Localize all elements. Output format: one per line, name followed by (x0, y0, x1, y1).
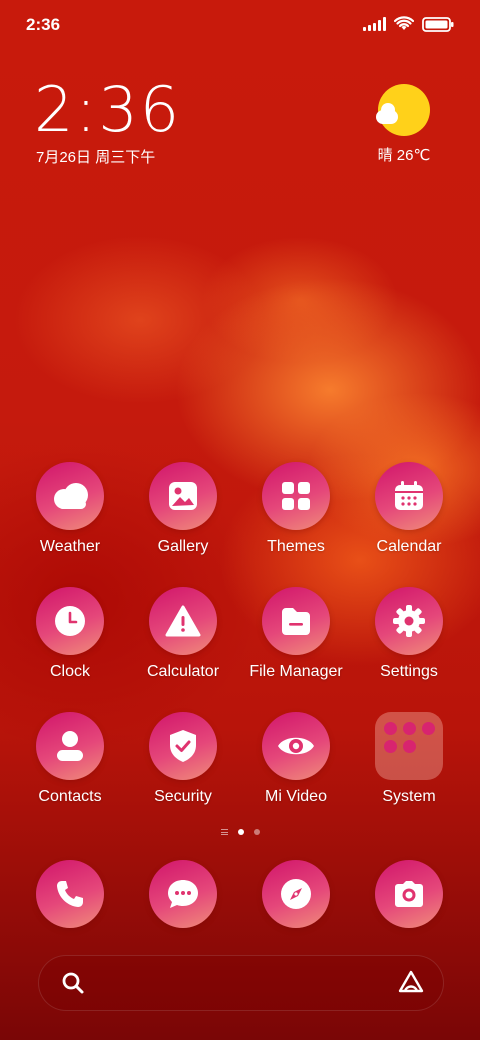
shield-icon (149, 712, 217, 780)
person-icon (36, 712, 104, 780)
app-label: Weather (39, 538, 101, 555)
app-label: Contacts (38, 788, 102, 805)
weather-widget[interactable]: 晴 26℃ (364, 84, 444, 165)
camera-icon (375, 860, 443, 928)
page-indicator[interactable] (0, 829, 480, 835)
app-label: Mi Video (265, 788, 327, 805)
app-system-folder[interactable]: System (354, 712, 464, 806)
message-icon (149, 860, 217, 928)
app-settings[interactable]: Settings (354, 587, 464, 681)
app-label: Calendar (376, 538, 442, 555)
feed-indicator-icon (220, 829, 228, 835)
weather-text: 晴 26℃ (377, 147, 431, 164)
status-icons (363, 16, 454, 32)
app-file-manager[interactable]: File Manager (241, 587, 351, 681)
assistant-icon[interactable] (397, 969, 425, 995)
app-gallery[interactable]: Gallery (128, 462, 238, 556)
dock-messages[interactable] (128, 860, 238, 928)
app-themes[interactable]: Themes (241, 462, 351, 556)
app-label: Calculator (146, 663, 220, 680)
clock-widget-time[interactable]: 2:36 (34, 78, 181, 142)
dock-camera[interactable] (354, 860, 464, 928)
page-dot (253, 829, 260, 835)
dock-phone[interactable] (15, 860, 125, 928)
cloud-icon (36, 462, 104, 530)
app-clock[interactable]: Clock (15, 587, 125, 681)
app-security[interactable]: Security (128, 712, 238, 806)
app-weather[interactable]: Weather (15, 462, 125, 556)
grid-icon (262, 462, 330, 530)
signal-icon (363, 17, 386, 31)
clock-widget-date[interactable]: 7月26日 周三下午 (36, 146, 155, 167)
app-mi-video[interactable]: Mi Video (241, 712, 351, 806)
app-label: System (382, 788, 436, 805)
battery-icon (422, 16, 454, 32)
eye-icon (262, 712, 330, 780)
phone-icon (36, 860, 104, 928)
app-contacts[interactable]: Contacts (15, 712, 125, 806)
search-bar[interactable] (38, 955, 444, 1011)
folder-icon (262, 587, 330, 655)
app-calculator[interactable]: Calculator (128, 587, 238, 681)
search-icon (62, 972, 84, 994)
wifi-icon (394, 16, 414, 30)
status-bar: 2:36 (0, 0, 480, 50)
gear-icon (375, 587, 443, 655)
app-label: Security (154, 788, 212, 805)
app-label: Themes (267, 538, 325, 555)
image-icon (149, 462, 217, 530)
compass-icon (262, 860, 330, 928)
status-time: 2:36 (26, 15, 61, 34)
page-dot-active (237, 829, 244, 835)
folder-group-icon (375, 712, 443, 780)
dock-browser[interactable] (241, 860, 351, 928)
app-label: Clock (49, 663, 90, 680)
clock-icon (36, 587, 104, 655)
app-label: Gallery (157, 538, 209, 555)
app-label: Settings (380, 663, 438, 680)
app-calendar[interactable]: Calendar (354, 462, 464, 556)
sun-cloud-icon (376, 84, 430, 136)
calendar-icon (375, 462, 443, 530)
app-label: File Manager (249, 663, 343, 680)
warning-icon (149, 587, 217, 655)
